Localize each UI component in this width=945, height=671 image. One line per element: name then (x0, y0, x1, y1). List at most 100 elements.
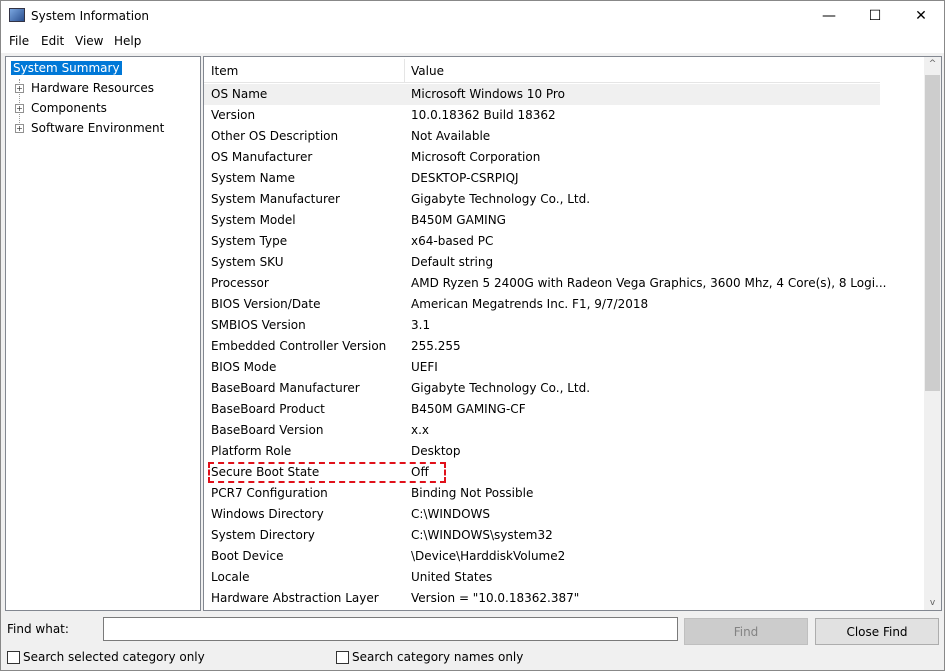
table-header: Item Value (204, 59, 880, 83)
item-cell: OS Name (211, 87, 268, 101)
table-row[interactable]: Embedded Controller Version 255.255 (204, 336, 880, 357)
expand-icon[interactable]: + (15, 104, 24, 113)
item-cell: Processor (211, 276, 269, 290)
scroll-thumb[interactable] (925, 75, 940, 391)
value-cell: 10.0.18362 Build 18362 (411, 108, 556, 122)
item-cell: System Name (211, 171, 295, 185)
value-cell: DESKTOP-CSRPIQJ (411, 171, 519, 185)
menu-view[interactable]: View (75, 34, 103, 48)
value-cell: Version = "10.0.18362.387" (411, 591, 580, 605)
tree-item-hardware-resources[interactable]: Hardware Resources (31, 81, 154, 95)
table-row[interactable]: BIOS Version/Date American Megatrends Inc… (204, 294, 880, 315)
value-cell: \Device\HarddiskVolume2 (411, 549, 566, 563)
close-find-button[interactable]: Close Find (815, 618, 939, 645)
secure-boot-highlight (208, 462, 446, 483)
value-cell: B450M GAMING (411, 213, 506, 227)
table-row[interactable]: Platform Role Desktop (204, 441, 880, 462)
table-row[interactable]: Processor AMD Ryzen 5 2400G with Radeon V… (204, 273, 887, 294)
value-cell: Gigabyte Technology Co., Ltd. (411, 192, 591, 206)
table-row[interactable]: Windows Directory C:\WINDOWS (204, 504, 880, 525)
search-category-names-checkbox[interactable]: Search category names only (336, 650, 523, 664)
table-row[interactable]: System Model B450M GAMING (204, 210, 880, 231)
checkbox-label: Search selected category only (23, 650, 205, 664)
table-row[interactable]: System SKU Default string (204, 252, 880, 273)
details-table: Item Value OS Name Microsoft Windows 10 P… (203, 56, 942, 611)
table-row[interactable]: System Name DESKTOP-CSRPIQJ (204, 168, 880, 189)
item-cell: BaseBoard Manufacturer (211, 381, 360, 395)
tree-item-components[interactable]: Components (31, 101, 107, 115)
table-row[interactable]: BaseBoard Product B450M GAMING-CF (204, 399, 880, 420)
table-row[interactable]: Locale United States (204, 567, 880, 588)
close-button[interactable]: ✕ (898, 1, 944, 31)
table-row[interactable]: BaseBoard Version x.x (204, 420, 880, 441)
item-cell: Platform Role (211, 444, 292, 458)
scroll-up-icon[interactable]: ^ (924, 59, 941, 69)
menu-edit[interactable]: Edit (41, 34, 64, 48)
menu-bar: File Edit View Help (1, 31, 944, 53)
value-cell: x.x (411, 423, 430, 437)
table-row[interactable]: BIOS Mode UEFI (204, 357, 880, 378)
item-cell: System SKU (211, 255, 284, 269)
expand-icon[interactable]: + (15, 124, 24, 133)
table-row[interactable]: Boot Device \Device\HarddiskVolume2 (204, 546, 880, 567)
value-cell: x64-based PC (411, 234, 494, 248)
item-cell: BaseBoard Version (211, 423, 324, 437)
table-row[interactable]: PCR7 Configuration Binding Not Possible (204, 483, 880, 504)
vertical-scrollbar[interactable]: ^ v (924, 57, 941, 610)
item-cell: BIOS Version/Date (211, 297, 321, 311)
column-header-item[interactable]: Item (211, 64, 238, 78)
item-cell: BaseBoard Product (211, 402, 325, 416)
item-cell: Version (211, 108, 256, 122)
search-selected-category-checkbox[interactable]: Search selected category only (7, 650, 205, 664)
minimize-button[interactable]: — (806, 1, 852, 31)
table-row[interactable]: System Manufacturer Gigabyte Technology C… (204, 189, 880, 210)
table-row[interactable]: Other OS Description Not Available (204, 126, 880, 147)
item-cell: BIOS Mode (211, 360, 277, 374)
item-cell: System Type (211, 234, 288, 248)
item-cell: Other OS Description (211, 129, 339, 143)
item-cell: Embedded Controller Version (211, 339, 387, 353)
table-row[interactable]: BaseBoard Manufacturer Gigabyte Technolog… (204, 378, 880, 399)
scroll-down-icon[interactable]: v (924, 598, 941, 608)
system-information-icon (9, 8, 25, 22)
value-cell: Gigabyte Technology Co., Ltd. (411, 381, 591, 395)
menu-file[interactable]: File (9, 34, 29, 48)
expand-icon[interactable]: + (15, 84, 24, 93)
item-cell: Windows Directory (211, 507, 324, 521)
table-row[interactable]: System Type x64-based PC (204, 231, 880, 252)
checkbox-icon[interactable] (7, 650, 20, 664)
table-row[interactable]: OS Manufacturer Microsoft Corporation (204, 147, 880, 168)
value-cell: American Megatrends Inc. F1, 9/7/2018 (411, 297, 649, 311)
value-cell: Default string (411, 255, 494, 269)
item-cell: System Directory (211, 528, 315, 542)
value-cell: C:\WINDOWS\system32 (411, 528, 553, 542)
find-button[interactable]: Find (684, 618, 808, 645)
checkbox-icon[interactable] (336, 650, 349, 664)
column-header-value[interactable]: Value (411, 64, 444, 78)
value-cell: Desktop (411, 444, 461, 458)
value-cell: C:\WINDOWS (411, 507, 491, 521)
item-cell: SMBIOS Version (211, 318, 306, 332)
item-cell: Hardware Abstraction Layer (211, 591, 379, 605)
window-title: System Information (31, 9, 150, 23)
item-cell: Locale (211, 570, 250, 584)
maximize-button[interactable]: ☐ (852, 1, 898, 31)
table-row[interactable]: OS Name Microsoft Windows 10 Pro (204, 84, 880, 105)
table-row[interactable]: System Directory C:\WINDOWS\system32 (204, 525, 880, 546)
value-cell: United States (411, 570, 493, 584)
value-cell: 3.1 (411, 318, 431, 332)
category-tree: System Summary + Hardware Resources + Co… (5, 56, 201, 611)
table-row[interactable]: Version 10.0.18362 Build 18362 (204, 105, 880, 126)
item-cell: System Manufacturer (211, 192, 340, 206)
find-input[interactable] (103, 617, 678, 641)
value-cell: Not Available (411, 129, 491, 143)
value-cell: 255.255 (411, 339, 461, 353)
tree-item-system-summary[interactable]: System Summary (11, 61, 122, 75)
menu-help[interactable]: Help (114, 34, 141, 48)
tree-item-software-environment[interactable]: Software Environment (31, 121, 164, 135)
value-cell: AMD Ryzen 5 2400G with Radeon Vega Graph… (411, 276, 887, 290)
item-cell: Boot Device (211, 549, 284, 563)
table-row[interactable]: SMBIOS Version 3.1 (204, 315, 880, 336)
table-row[interactable]: Hardware Abstraction Layer Version = "10.… (204, 588, 880, 609)
item-cell: PCR7 Configuration (211, 486, 328, 500)
